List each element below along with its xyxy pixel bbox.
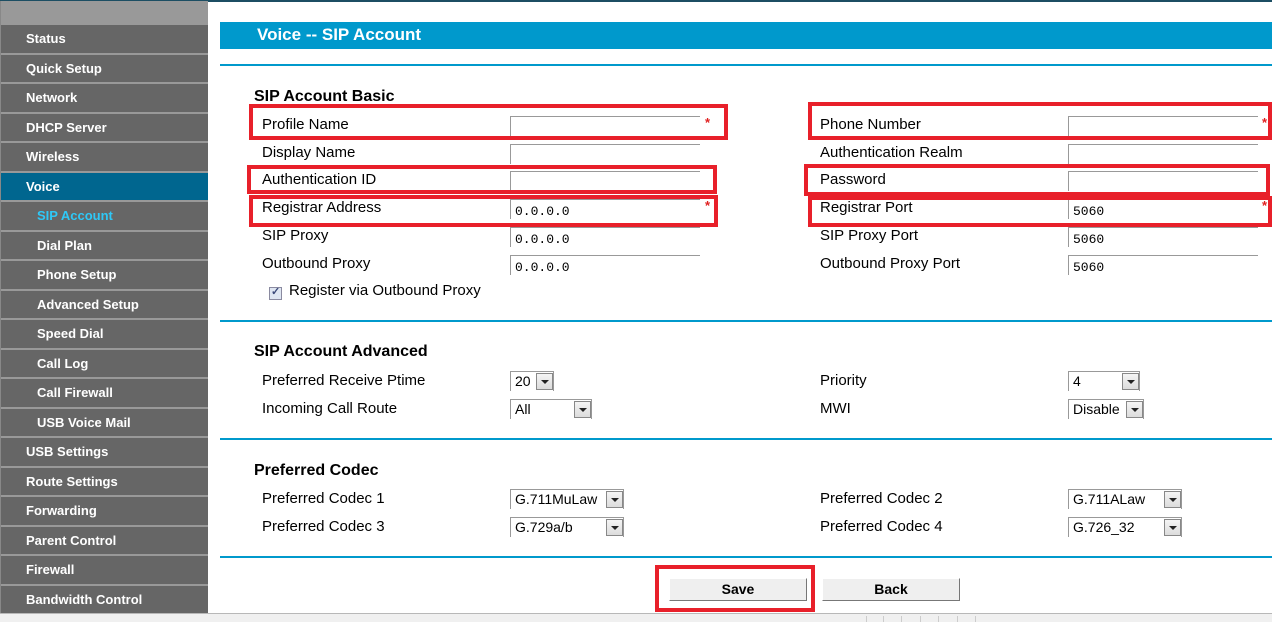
sidebar-item-route-settings[interactable]: Route Settings <box>1 467 208 495</box>
sidebar-item-parent-control[interactable]: Parent Control <box>1 526 208 554</box>
sidebar-item-phone-setup[interactable]: Phone Setup <box>1 261 208 289</box>
outbound-proxy-port-input[interactable]: 5060 <box>1068 255 1258 275</box>
sidebar-item-quick-setup[interactable]: Quick Setup <box>1 54 208 82</box>
highlight-phone-number <box>808 102 1272 140</box>
codec-1-label: Preferred Codec 1 <box>262 490 385 507</box>
sip-proxy-port-label: SIP Proxy Port <box>820 227 919 244</box>
incoming-call-route-label: Incoming Call Route <box>262 400 398 417</box>
codec-3-select[interactable]: G.729a/b <box>510 517 624 537</box>
chevron-down-icon[interactable] <box>1164 519 1181 536</box>
chevron-down-icon[interactable] <box>606 519 623 536</box>
sidebar-item-forwarding[interactable]: Forwarding <box>1 497 208 525</box>
sidebar-item-network[interactable]: Network <box>1 84 208 112</box>
ptime-value: 20 <box>515 373 531 389</box>
sip-proxy-label: SIP Proxy <box>262 227 329 244</box>
status-separator <box>920 616 921 622</box>
mwi-value: Disable <box>1073 401 1120 417</box>
sidebar-item-speed-dial[interactable]: Speed Dial <box>1 320 208 348</box>
outbound-proxy-input[interactable]: 0.0.0.0 <box>510 255 700 275</box>
sidebar-item-usb-settings[interactable]: USB Settings <box>1 438 208 466</box>
sidebar-item-firewall[interactable]: Firewall <box>1 556 208 584</box>
sidebar-item-call-firewall[interactable]: Call Firewall <box>1 379 208 407</box>
status-separator <box>883 616 884 622</box>
incoming-call-route-select[interactable]: All <box>510 399 592 419</box>
authentication-realm-label: Authentication Realm <box>820 144 963 161</box>
section-title-codec: Preferred Codec <box>254 462 379 479</box>
codec-4-label: Preferred Codec 4 <box>820 518 943 535</box>
section-title-advanced: SIP Account Advanced <box>254 343 428 360</box>
back-button[interactable]: Back <box>822 578 960 601</box>
codec-1-value: G.711MuLaw <box>515 491 598 507</box>
ptime-select[interactable]: 20 <box>510 371 554 391</box>
codec-2-select[interactable]: G.711ALaw <box>1068 489 1182 509</box>
codec-3-label: Preferred Codec 3 <box>262 518 385 535</box>
browser-status-bar <box>0 613 1272 622</box>
chevron-down-icon[interactable] <box>574 401 591 418</box>
chevron-down-icon[interactable] <box>536 373 553 390</box>
status-separator <box>866 616 867 622</box>
codec-4-select[interactable]: G.726_32 <box>1068 517 1182 537</box>
sidebar-item-dial-plan[interactable]: Dial Plan <box>1 231 208 259</box>
divider <box>220 320 1272 322</box>
divider <box>220 64 1272 66</box>
chevron-down-icon[interactable] <box>1126 401 1143 418</box>
divider <box>220 556 1272 558</box>
mwi-select[interactable]: Disable <box>1068 399 1144 419</box>
priority-label: Priority <box>820 372 867 389</box>
chevron-down-icon[interactable] <box>1122 373 1139 390</box>
sidebar-item-voice[interactable]: Voice <box>1 172 208 200</box>
display-name-label: Display Name <box>262 144 356 161</box>
sidebar-item-bandwidth-control[interactable]: Bandwidth Control <box>1 585 208 613</box>
sidebar-menu: Status Quick Setup Network DHCP Server W… <box>0 1 208 613</box>
mwi-label: MWI <box>820 400 851 417</box>
sidebar-item-wireless[interactable]: Wireless <box>1 143 208 171</box>
highlight-authentication-id <box>247 165 717 194</box>
authentication-realm-input[interactable] <box>1068 144 1258 164</box>
sidebar-item-advanced-setup[interactable]: Advanced Setup <box>1 290 208 318</box>
sidebar-header <box>1 1 208 25</box>
status-separator <box>957 616 958 622</box>
codec-2-label: Preferred Codec 2 <box>820 490 943 507</box>
highlight-profile-name <box>249 104 728 140</box>
status-separator <box>901 616 902 622</box>
highlight-save <box>655 565 815 612</box>
status-separator <box>938 616 939 622</box>
sidebar-item-usb-voice-mail[interactable]: USB Voice Mail <box>1 408 208 436</box>
divider <box>220 438 1272 440</box>
priority-select[interactable]: 4 <box>1068 371 1140 391</box>
codec-3-value: G.729a/b <box>515 519 573 535</box>
register-via-outbound-label: Register via Outbound Proxy <box>289 282 481 299</box>
incoming-call-route-value: All <box>515 401 531 417</box>
highlight-password <box>804 164 1270 196</box>
status-separator <box>975 616 976 622</box>
chevron-down-icon[interactable] <box>606 491 623 508</box>
sip-proxy-input[interactable]: 0.0.0.0 <box>510 227 700 247</box>
sidebar-item-call-log[interactable]: Call Log <box>1 349 208 377</box>
sidebar-item-status[interactable]: Status <box>1 25 208 53</box>
display-name-input[interactable] <box>510 144 700 164</box>
codec-4-value: G.726_32 <box>1073 519 1135 535</box>
sip-proxy-port-input[interactable]: 5060 <box>1068 227 1258 247</box>
codec-1-select[interactable]: G.711MuLaw <box>510 489 624 509</box>
page-title: Voice -- SIP Account <box>220 22 1272 49</box>
register-via-outbound-checkbox[interactable] <box>269 285 282 300</box>
priority-value: 4 <box>1073 373 1081 389</box>
sidebar-item-sip-account[interactable]: SIP Account <box>1 202 208 230</box>
codec-2-value: G.711ALaw <box>1073 491 1146 507</box>
sidebar-item-dhcp-server[interactable]: DHCP Server <box>1 113 208 141</box>
highlight-registrar-port <box>808 196 1272 227</box>
highlight-registrar-address <box>249 195 718 227</box>
outbound-proxy-label: Outbound Proxy <box>262 255 371 272</box>
chevron-down-icon[interactable] <box>1164 491 1181 508</box>
outbound-proxy-port-label: Outbound Proxy Port <box>820 255 961 272</box>
ptime-label: Preferred Receive Ptime <box>262 372 426 389</box>
